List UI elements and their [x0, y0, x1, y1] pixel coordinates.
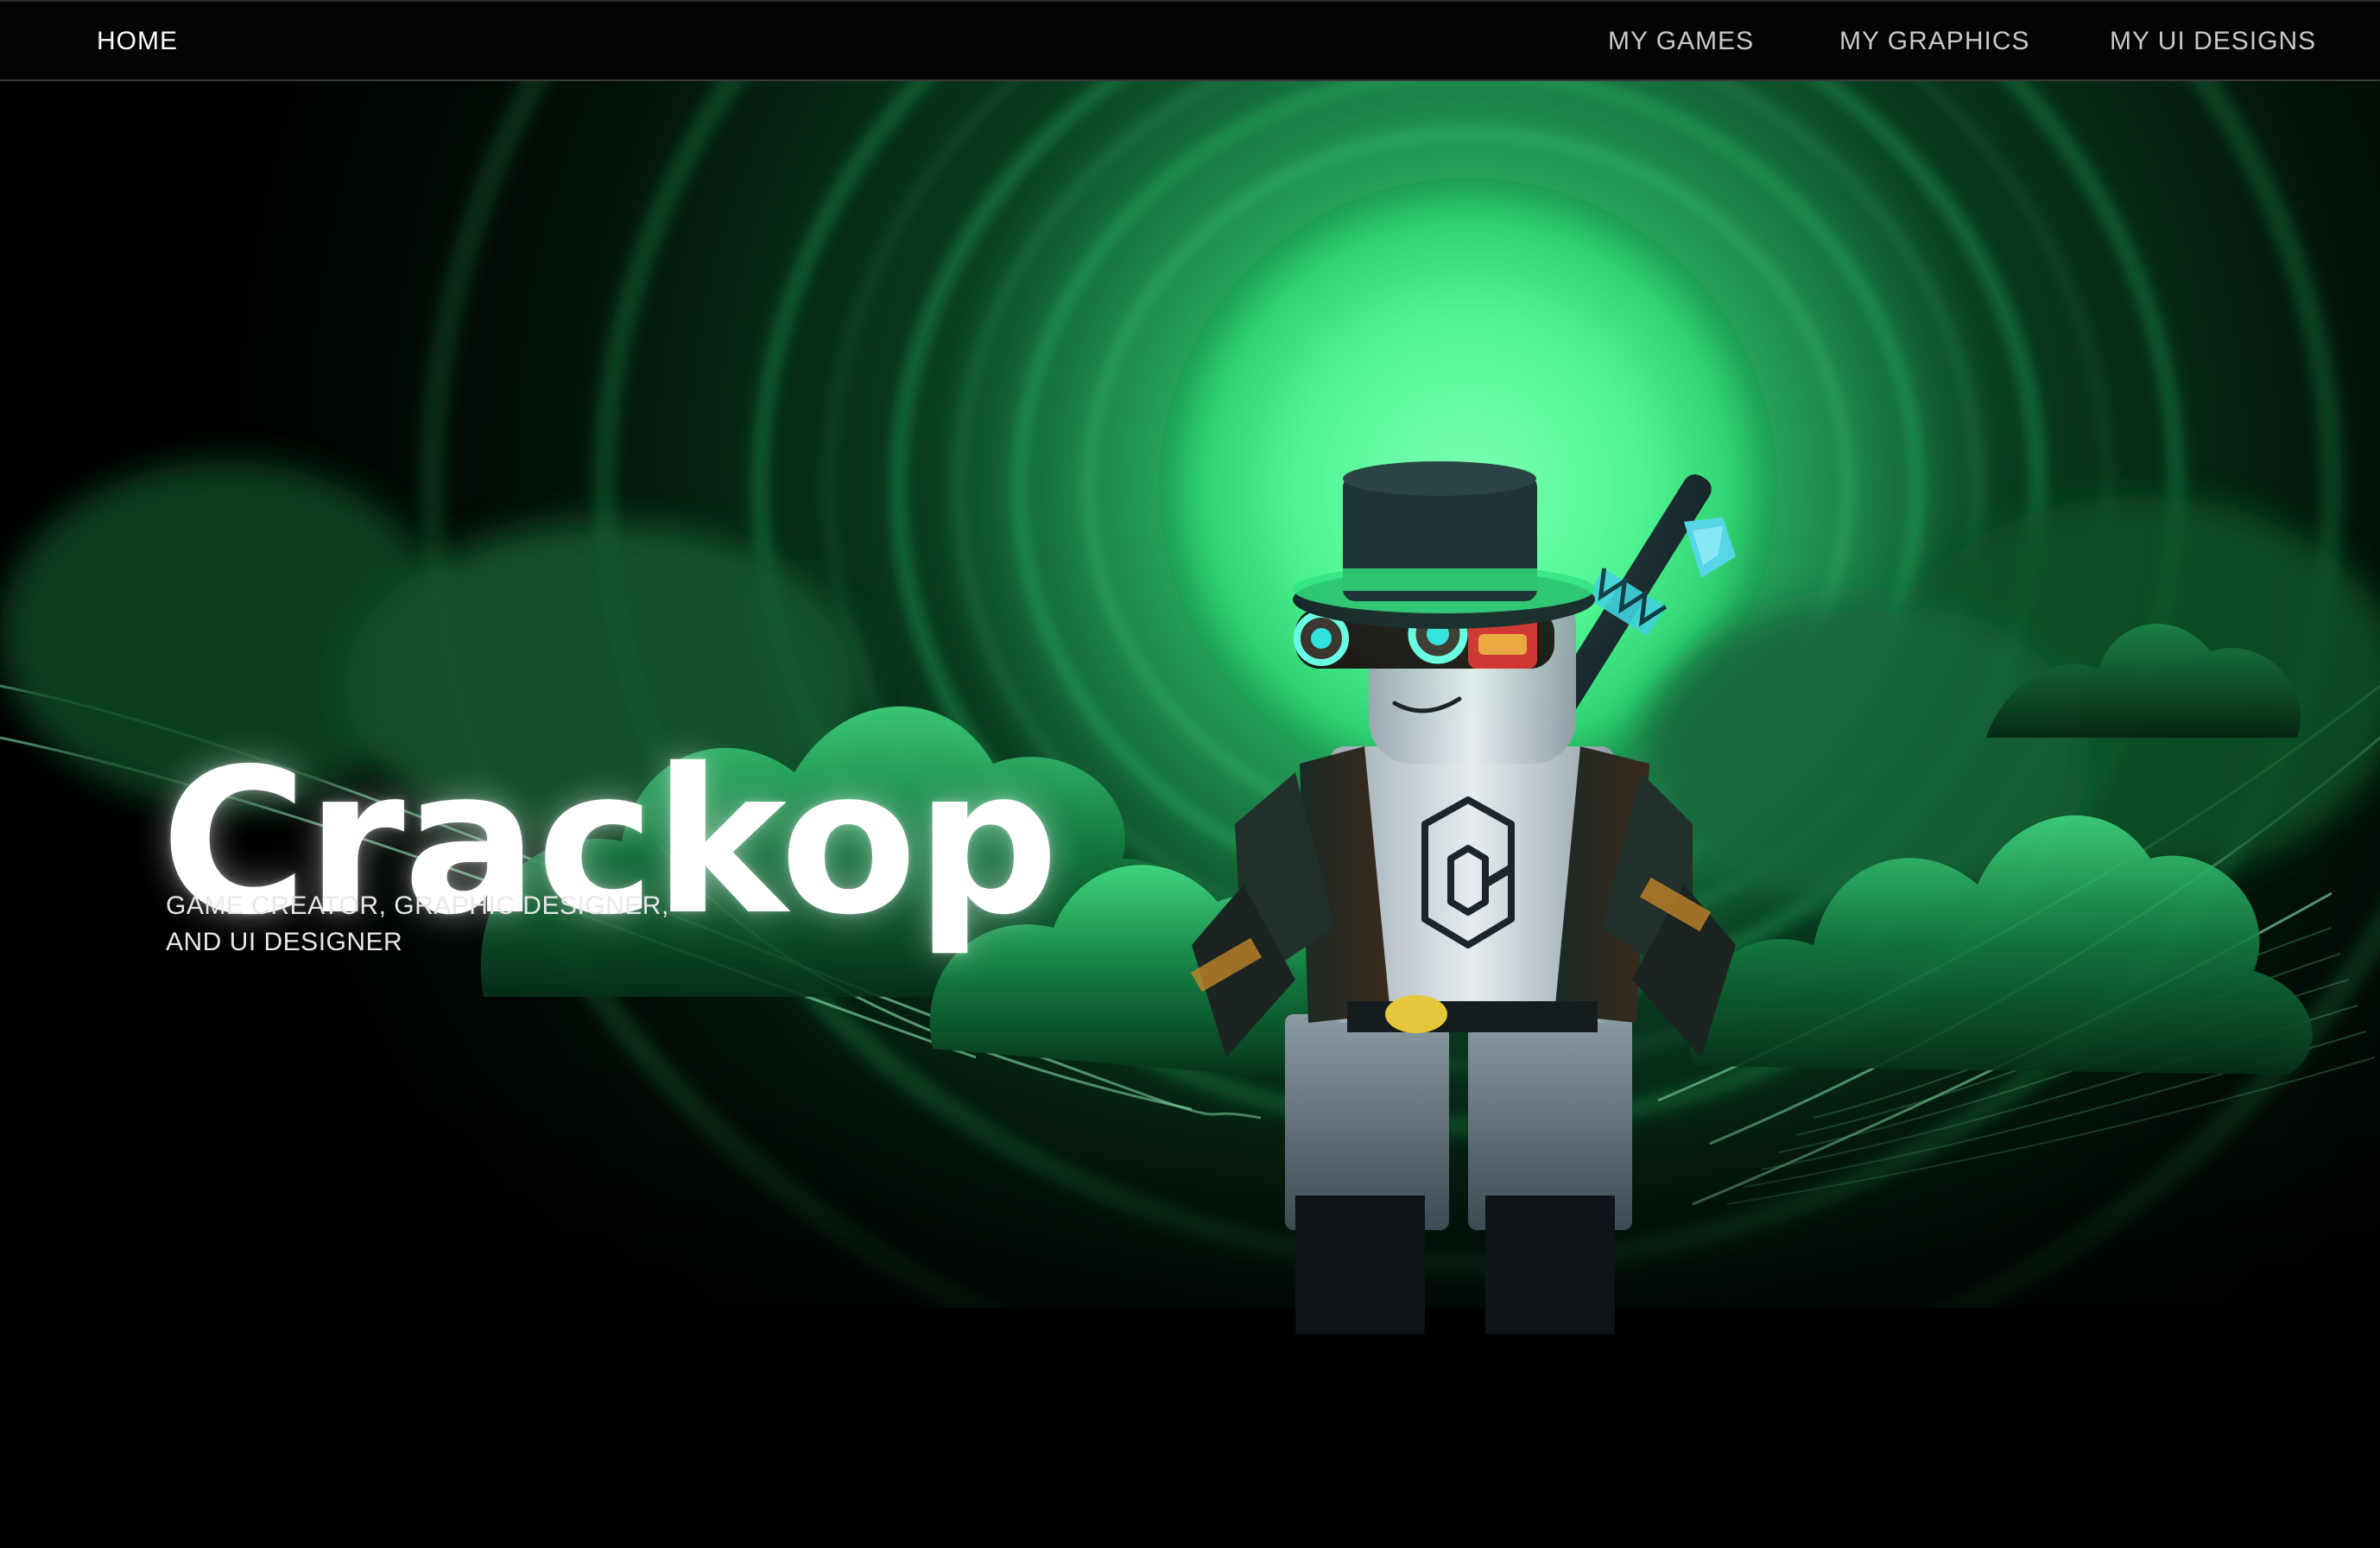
hero-subtitle-line-1: GAME CREATOR, GRAPHIC DESIGNER,: [166, 891, 669, 920]
nav-my-graphics-link[interactable]: MY GRAPHICS: [1839, 2, 2030, 81]
nav-home-link[interactable]: HOME: [97, 2, 178, 81]
hero-section: Crackop GAME CREATOR, GRAPHIC DESIGNER, …: [0, 81, 2380, 1548]
nav-my-games-link[interactable]: MY GAMES: [1608, 2, 1754, 81]
hero-subtitle-line-2: AND UI DESIGNER: [166, 928, 403, 956]
top-navbar: HOME MY GAMES MY GRAPHICS MY UI DESIGNS: [0, 0, 2380, 81]
nav-my-ui-designs-link[interactable]: MY UI DESIGNS: [2110, 2, 2316, 81]
portfolio-page: HOME MY GAMES MY GRAPHICS MY UI DESIGNS: [0, 0, 2380, 1548]
hero-subtitle: GAME CREATOR, GRAPHIC DESIGNER, AND UI D…: [166, 888, 701, 961]
